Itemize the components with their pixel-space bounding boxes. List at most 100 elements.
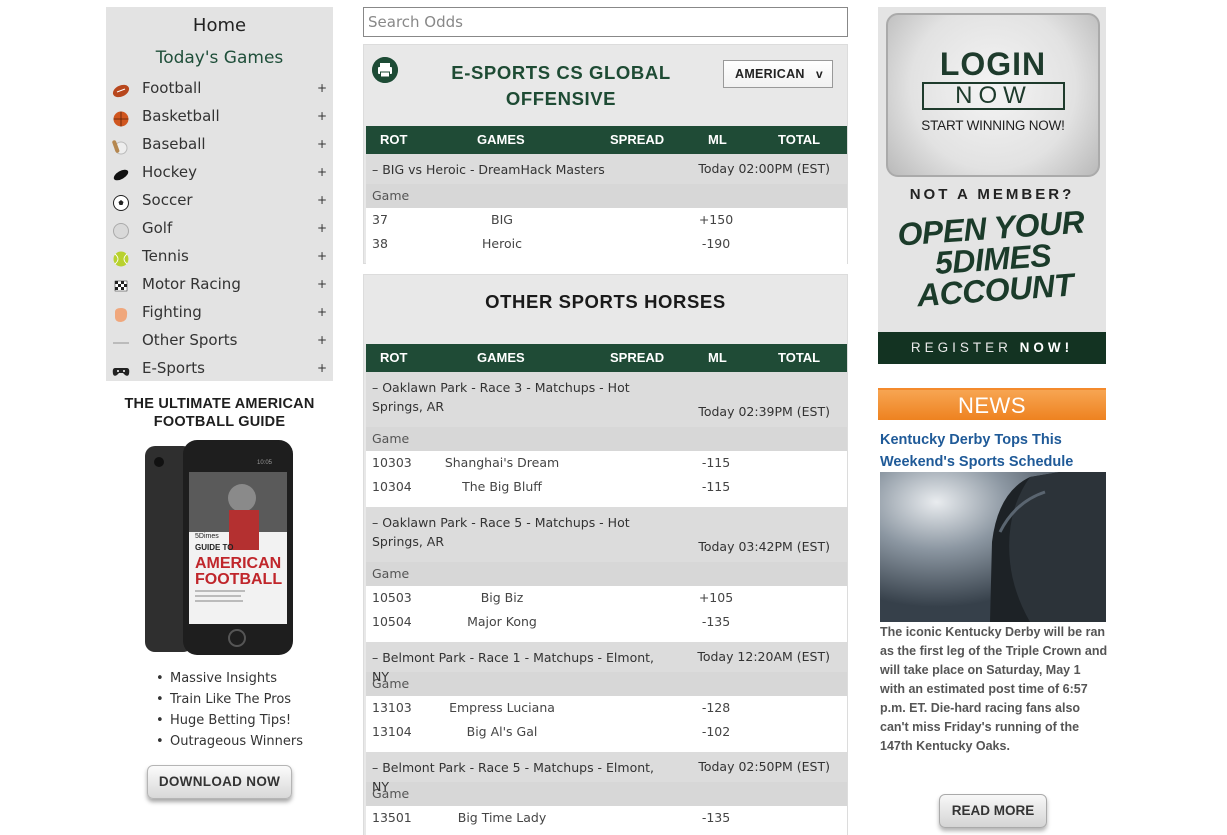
sidebar-item-baseball[interactable]: Baseball +	[106, 130, 333, 158]
login-text: LOGIN	[939, 46, 1047, 82]
register-text: REGISTER	[910, 340, 1012, 355]
col-ml: ML	[708, 132, 727, 147]
moneyline-odds[interactable]: -115	[696, 475, 736, 499]
table-row: 10504 Major Kong -135	[366, 610, 847, 634]
not-a-member-text: NOT A MEMBER?	[909, 186, 1075, 203]
expand-icon[interactable]: +	[317, 186, 327, 214]
table-row: 10303 Shanghai's Dream -115	[366, 451, 847, 475]
search-odds-input[interactable]	[363, 7, 848, 37]
event-header[interactable]: – Belmont Park - Race 5 - Matchups - Elm…	[366, 752, 847, 794]
table-row: 13103 Empress Luciana -128	[366, 696, 847, 720]
event-rows: 10303 Shanghai's Dream -115 10304 The Big Bl…	[366, 451, 847, 507]
horse-news-image	[880, 472, 1106, 622]
now-text: NOW	[922, 82, 1065, 110]
expand-icon[interactable]: +	[317, 270, 327, 298]
horses-odds-panel: OTHER SPORTS HORSES ROT GAMES SPREAD ML …	[363, 274, 848, 835]
expand-icon[interactable]: +	[317, 130, 327, 158]
moneyline-odds[interactable]: +105	[696, 586, 736, 610]
sidebar-item-hockey[interactable]: Hockey +	[106, 158, 333, 186]
event-time: Today 03:42PM (EST)	[698, 539, 830, 554]
sidebar-item-motor-racing[interactable]: Motor Racing +	[106, 270, 333, 298]
expand-icon[interactable]: +	[317, 158, 327, 186]
expand-icon[interactable]: +	[317, 354, 327, 382]
expand-icon[interactable]: +	[317, 74, 327, 102]
team-name: Empress Luciana	[449, 700, 555, 715]
moneyline-odds[interactable]: -135	[696, 806, 736, 830]
panel-title: OTHER SPORTS HORSES	[485, 291, 726, 312]
sidebar-item-e-sports[interactable]: E-Sports +	[106, 354, 333, 382]
football-icon	[112, 80, 130, 98]
moneyline-odds[interactable]: -115	[696, 451, 736, 475]
col-total: TOTAL	[778, 350, 821, 365]
sidebar-item-football[interactable]: Football +	[106, 74, 333, 102]
sidebar-item-other-sports[interactable]: Other Sports +	[106, 326, 333, 354]
download-now-button[interactable]: DOWNLOAD NOW	[147, 765, 292, 799]
table-row: 13501 Big Time Lady -135	[366, 806, 847, 830]
team-name: Big Time Lady	[457, 810, 547, 825]
read-more-button[interactable]: READ MORE	[939, 794, 1047, 828]
expand-icon[interactable]: +	[317, 298, 327, 326]
sidebar-item-golf[interactable]: Golf +	[106, 214, 333, 242]
boxing-glove-icon	[112, 304, 130, 322]
team-name: Big Al's Gal	[466, 724, 538, 739]
sidebar-item-basketball[interactable]: Basketball +	[106, 102, 333, 130]
start-winning-text: START WINNING NOW!	[921, 118, 1065, 133]
other-sports-icon	[112, 332, 130, 348]
sidebar-item-soccer[interactable]: Soccer +	[106, 186, 333, 214]
event-name: – Belmont Park - Race 5 - Matchups - Elm…	[372, 760, 655, 794]
odds-format-value: AMERICAN	[735, 67, 805, 81]
promo-bullet-list: Massive Insights Train Like The Pros Hug…	[156, 668, 303, 752]
expand-icon[interactable]: +	[317, 242, 327, 270]
rot-number: 13103	[372, 700, 412, 715]
tennis-ball-icon	[112, 248, 130, 267]
sidebar-item-fighting[interactable]: Fighting +	[106, 298, 333, 326]
odds-format-select[interactable]: AMERICAN v	[723, 60, 833, 88]
news-title-link[interactable]: Kentucky Derby Tops This Weekend's Sport…	[880, 429, 1102, 473]
phone-time: 10:05	[257, 460, 273, 466]
team-name: Big Biz	[480, 590, 524, 605]
event-header[interactable]: – Oaklawn Park - Race 3 - Matchups - Hot…	[366, 372, 847, 427]
event-rows: 10503 Big Biz +105 10504 Major Kong -135	[366, 586, 847, 642]
expand-icon[interactable]: +	[317, 214, 327, 242]
book-subtitle: GUIDE TO	[195, 543, 234, 552]
event-time: Today 12:20AM (EST)	[697, 649, 830, 664]
sidebar-item-label: Tennis	[142, 247, 189, 265]
phone-guide-image: 10:05 5Dimes GUIDE TO AMERICAN FOOTBALL	[145, 440, 293, 655]
game-label: Game	[366, 184, 847, 208]
login-banner-ad[interactable]: LOGIN NOW START WINNING NOW! NOT A MEMBE…	[878, 7, 1106, 364]
event-list: – BIG vs Heroic - DreamHack Masters Today…	[366, 154, 847, 264]
event-header[interactable]: – Oaklawn Park - Race 5 - Matchups - Hot…	[366, 507, 847, 562]
todays-games-link[interactable]: Today's Games	[106, 47, 333, 71]
checkered-flag-icon	[112, 276, 130, 292]
event-header[interactable]: – BIG vs Heroic - DreamHack Masters Today…	[366, 154, 847, 184]
event-header[interactable]: – Belmont Park - Race 1 - Matchups - Elm…	[366, 642, 847, 684]
col-spread: SPREAD	[610, 350, 665, 365]
login-now-box[interactable]: LOGIN NOW START WINNING NOW!	[886, 13, 1100, 177]
sidebar-item-label: Baseball	[142, 135, 206, 153]
event-name: – Oaklawn Park - Race 5 - Matchups - Hot…	[372, 515, 630, 549]
register-now-bar[interactable]: REGISTER NOW!	[878, 332, 1106, 364]
home-link[interactable]: Home	[106, 14, 333, 40]
moneyline-odds[interactable]: -128	[696, 696, 736, 720]
event-time: Today 02:39PM (EST)	[698, 404, 830, 419]
moneyline-odds[interactable]: +150	[696, 208, 736, 232]
sidebar-item-tennis[interactable]: Tennis +	[106, 242, 333, 270]
register-now-text: NOW!	[1019, 340, 1074, 355]
expand-icon[interactable]: +	[317, 102, 327, 130]
expand-icon[interactable]: +	[317, 326, 327, 354]
col-games: GAMES	[477, 132, 525, 147]
print-icon[interactable]	[372, 57, 398, 83]
table-row: 10304 The Big Bluff -115	[366, 475, 847, 499]
moneyline-odds[interactable]: -135	[696, 610, 736, 634]
moneyline-odds[interactable]: -102	[696, 720, 736, 744]
sidebar-item-label: E-Sports	[142, 359, 205, 377]
table-row: 13104 Big Al's Gal -102	[366, 720, 847, 744]
moneyline-odds[interactable]: -190	[696, 232, 736, 256]
team-name: The Big Bluff	[462, 479, 542, 494]
news-header: NEWS	[878, 388, 1106, 420]
basketball-icon	[112, 108, 130, 127]
rot-number: 38	[372, 236, 388, 251]
hockey-puck-icon	[112, 164, 130, 181]
promo-bullet: Outrageous Winners	[156, 731, 303, 752]
promo-bullet: Train Like The Pros	[156, 689, 303, 710]
